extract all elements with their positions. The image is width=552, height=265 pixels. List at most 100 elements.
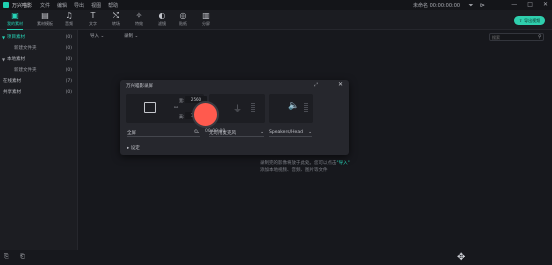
chevron-down-icon: ⌄ (100, 34, 105, 39)
close-window-button[interactable]: ✕ (543, 1, 548, 8)
menu-edit[interactable]: 编辑 (57, 2, 67, 9)
maximize-button[interactable]: □ (527, 1, 533, 8)
speaker-icon[interactable]: 🔈 (288, 101, 299, 111)
menu-export[interactable]: 导出 (74, 2, 84, 9)
chevron-right-icon: ▸ (127, 146, 130, 151)
search-icon[interactable]: ⚲ (538, 34, 542, 40)
export-button[interactable]: ⇪ 导出视频 (514, 16, 545, 25)
transition-icon: ⤭ (112, 11, 120, 20)
chevron-down-icon: ⌄ (308, 130, 312, 135)
screen-icon[interactable] (144, 102, 156, 113)
collapse-arrow-icon[interactable]: ▼ (0, 35, 7, 40)
tool-split-screen[interactable]: ▥ 分屏 (195, 11, 217, 29)
tool-my-media[interactable]: ▣ 我的素材 (4, 11, 26, 30)
tool-label: 转场 (112, 21, 120, 26)
import-label: 导入 (90, 34, 99, 39)
sidebar-item-count: (7) (65, 78, 72, 84)
capture-area-select[interactable]: 全屏 ⌄ (127, 129, 200, 137)
tool-transition[interactable]: ⤭ 转场 (105, 11, 127, 29)
capture-area-value: 全屏 (127, 130, 136, 136)
sidebar-item-label: 项目素材 (7, 35, 25, 40)
menu-view[interactable]: 视图 (91, 2, 101, 9)
menu-file[interactable]: 文件 (40, 2, 50, 9)
microphone-off-icon[interactable]: ⏚ (233, 102, 242, 115)
tool-label: 文字 (89, 21, 97, 26)
sticker-icon: ◎ (179, 11, 187, 20)
tool-text[interactable]: T 文字 (82, 11, 104, 29)
filter-icon: ◐ (158, 11, 166, 20)
chevron-down-icon: ⌄ (196, 130, 200, 135)
media-filter-bar: 导入 ⌄ 录制 ⌄ (79, 30, 552, 42)
filter-funnel-icon[interactable]: ⏷ (467, 2, 475, 10)
bookmark-icon[interactable]: ⊳ (480, 2, 486, 10)
tool-label: 分屏 (202, 21, 210, 26)
move-cursor-icon: ✥ (457, 252, 466, 263)
tool-sticker[interactable]: ◎ 贴纸 (172, 11, 194, 29)
import-dropdown[interactable]: 导入 ⌄ (90, 33, 104, 39)
sidebar-item-label: 在线素材 (3, 79, 21, 84)
sidebar-item-local-media[interactable]: ▼ 本地素材 (0) (0, 54, 78, 64)
add-folder-icon[interactable]: ⎘ (4, 253, 9, 261)
sidebar-item-shared-media[interactable]: 共享素材 (0) (0, 87, 78, 97)
empty-state-hint: 录制完的影像将放于此处。您可以点击"导入" 添加本地视频、音频、图片等文件 (260, 160, 410, 174)
sidebar-item-label: 新建文件夹 (14, 68, 37, 73)
collapse-arrow-icon[interactable]: ▼ (0, 57, 7, 62)
sidebar-item-label: 共享素材 (3, 90, 21, 95)
import-link[interactable]: "导入" (337, 161, 350, 166)
media-sidebar: ▼ 项目素材 (0) 新建文件夹 (0) ▼ 本地素材 (0) 新建文件夹 (0… (0, 30, 78, 250)
text-icon: T (90, 11, 96, 20)
sidebar-item-online-media[interactable]: 在线素材 (7) (0, 76, 78, 86)
app-logo-icon (3, 2, 9, 8)
tool-label: 素材模板 (37, 21, 53, 26)
hint-line-2: 添加本地视频、音频、图片等文件 (260, 168, 328, 173)
search-input[interactable] (492, 34, 536, 40)
speaker-select[interactable]: Speakers/Head ⌄ (269, 129, 312, 137)
sidebar-item-project-media[interactable]: ▼ 项目素材 (0) (0, 32, 78, 42)
remove-folder-icon[interactable]: ⎗ (20, 253, 25, 261)
tool-templates[interactable]: ▤ 素材模板 (34, 11, 56, 29)
sidebar-item-count: (0) (65, 34, 72, 40)
settings-toggle[interactable]: ▸ 设定 (127, 145, 140, 151)
sidebar-item-label: 本地素材 (7, 57, 25, 62)
window-controls: — □ ✕ (511, 1, 548, 8)
search-box: ⚲ (489, 33, 544, 41)
split-screen-icon: ▥ (202, 11, 210, 20)
record-dropdown[interactable]: 录制 ⌄ (124, 33, 138, 39)
tool-effects[interactable]: ✧ 特效 (128, 11, 150, 29)
export-icon: ⇪ (518, 18, 523, 23)
minimize-button[interactable]: — (511, 1, 517, 8)
tool-label: 特效 (135, 21, 143, 26)
microphone-value: 无可用麦克风 (209, 130, 236, 136)
chevron-down-icon: ⌄ (260, 130, 264, 135)
tool-label: 我的素材 (7, 21, 23, 26)
folder-icon: ▣ (11, 11, 19, 20)
menu-bar: 文件 编辑 导出 视图 帮助 (40, 2, 118, 9)
sidebar-item-new-folder-2[interactable]: 新建文件夹 (0) (0, 65, 78, 75)
project-title: 未命名 00:00:00:00 (413, 3, 461, 9)
tool-label: 贴纸 (179, 21, 187, 26)
tool-label: 音频 (65, 21, 73, 26)
hint-line-1: 录制完的影像将放于此处。您可以点击"导入" (260, 160, 410, 167)
width-label: 宽: (179, 98, 185, 103)
media-toolbar: ▣ 我的素材 ▤ 素材模板 ♫ 音频 T 文字 ⤭ 转场 ✧ 特效 ◐ 滤镜 ◎… (0, 10, 552, 30)
screen-recorder-dialog: 万兴喵影录屏 ⤢ ✕ 宽: 2560 ⚯ 高: 1440 ⏚ 🔈 (120, 80, 349, 155)
tool-filter[interactable]: ◐ 滤镜 (151, 11, 173, 29)
sidebar-item-new-folder[interactable]: 新建文件夹 (0) (0, 43, 78, 53)
menu-help[interactable]: 帮助 (108, 2, 118, 9)
record-label: 录制 (124, 34, 133, 39)
speaker-level-meter (304, 103, 308, 113)
dialog-title: 万兴喵影录屏 (126, 84, 153, 89)
effects-icon: ✧ (135, 11, 143, 20)
mic-level-meter (251, 103, 255, 113)
maximize-dialog-icon[interactable]: ⤢ (314, 82, 318, 88)
lock-ratio-icon[interactable]: ⚯ (174, 105, 178, 111)
close-icon[interactable]: ✕ (338, 81, 343, 88)
tool-label: 滤镜 (158, 21, 166, 26)
tool-audio[interactable]: ♫ 音频 (58, 11, 80, 29)
export-label: 导出视频 (524, 17, 541, 23)
settings-label: 设定 (130, 146, 140, 151)
sidebar-item-label: 新建文件夹 (14, 46, 37, 51)
template-icon: ▤ (41, 11, 49, 20)
record-button[interactable] (192, 101, 219, 128)
microphone-select[interactable]: 无可用麦克风 ⌄ (209, 129, 264, 137)
